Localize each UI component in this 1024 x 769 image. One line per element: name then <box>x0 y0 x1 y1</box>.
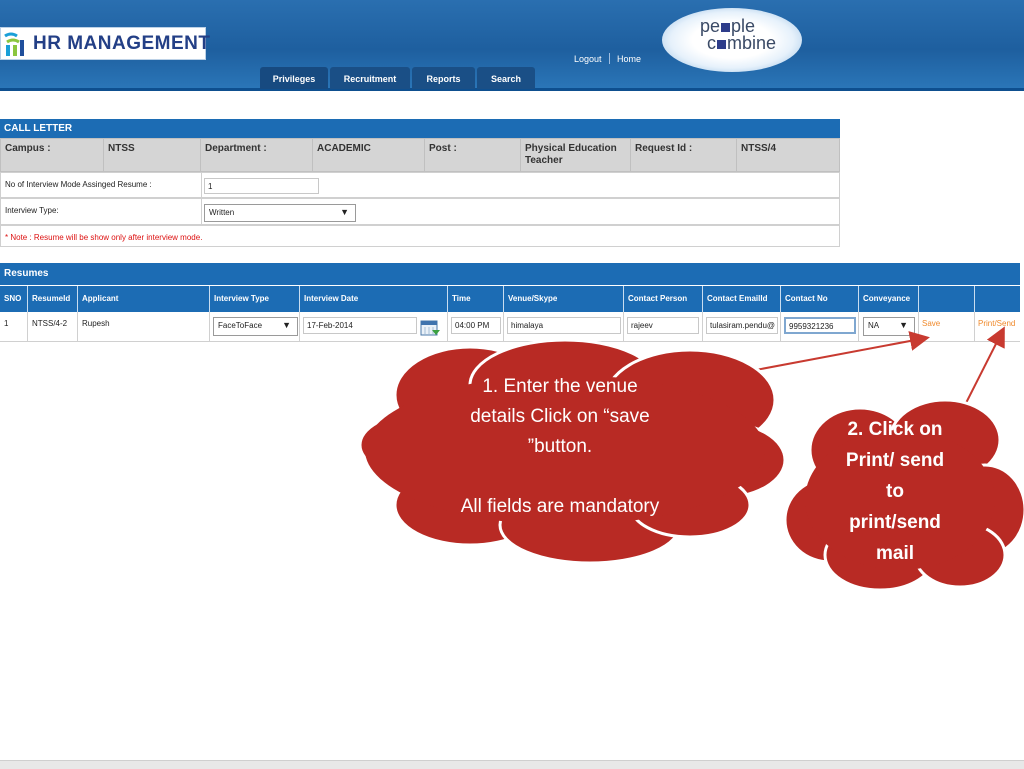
callout-1-text: 1. Enter the venue details Click on “sav… <box>460 376 660 517</box>
arrow-to-save <box>744 331 930 373</box>
arrow-to-print <box>964 326 1005 406</box>
callout-2-text: 2. Click on Print/ send to print/send ma… <box>845 419 945 564</box>
